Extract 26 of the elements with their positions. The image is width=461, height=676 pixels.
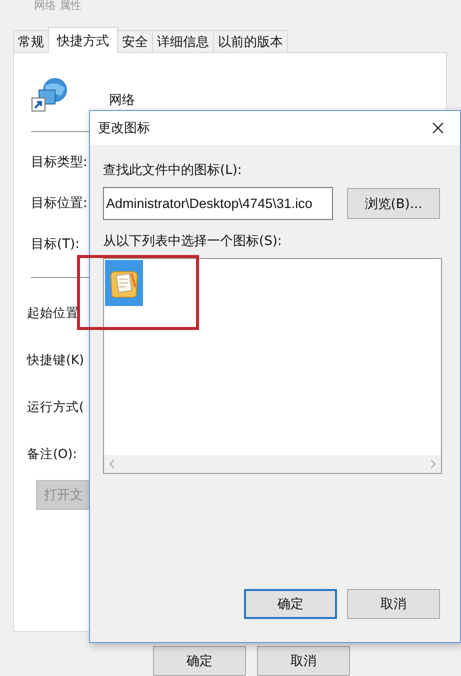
field-label: 目标位置: xyxy=(31,195,88,212)
window-title: 网络 属性 xyxy=(34,0,82,12)
list-label: 从以下列表中选择一个图标(S): xyxy=(103,234,282,250)
icon-list-item[interactable] xyxy=(105,260,143,306)
chevron-left-icon[interactable] xyxy=(109,459,115,469)
tab[interactable]: 以前的版本 xyxy=(213,30,288,52)
browse-button[interactable]: 浏览(B)... xyxy=(347,188,440,219)
field-label: 快捷键(K) xyxy=(27,351,84,368)
field-label: 备注(O): xyxy=(27,445,77,462)
tab[interactable]: 快捷方式 xyxy=(48,27,118,53)
field-label: 运行方式( xyxy=(27,398,84,415)
field-label: 目标(T): xyxy=(31,236,80,253)
close-icon[interactable] xyxy=(432,122,444,134)
ok-button[interactable]: 确定 xyxy=(244,589,337,619)
cancel-button[interactable]: 取消 xyxy=(347,589,440,619)
dialog-button[interactable]: 取消 xyxy=(257,646,350,676)
tab[interactable]: 常规 xyxy=(13,30,49,52)
chevron-right-icon[interactable] xyxy=(430,459,436,469)
dialog-button[interactable]: 确定 xyxy=(153,646,246,676)
horizontal-scrollbar[interactable] xyxy=(104,455,441,473)
field-label: 起始位置 xyxy=(27,304,79,321)
file-path-field[interactable]: Administrator\Desktop\4745\31.ico xyxy=(103,187,333,220)
file-label: 查找此文件中的图标(L): xyxy=(103,163,242,179)
dialog-title: 更改图标 xyxy=(98,120,150,137)
field-label: 目标类型: xyxy=(31,154,88,171)
shortcut-name: 网络 xyxy=(109,92,135,109)
